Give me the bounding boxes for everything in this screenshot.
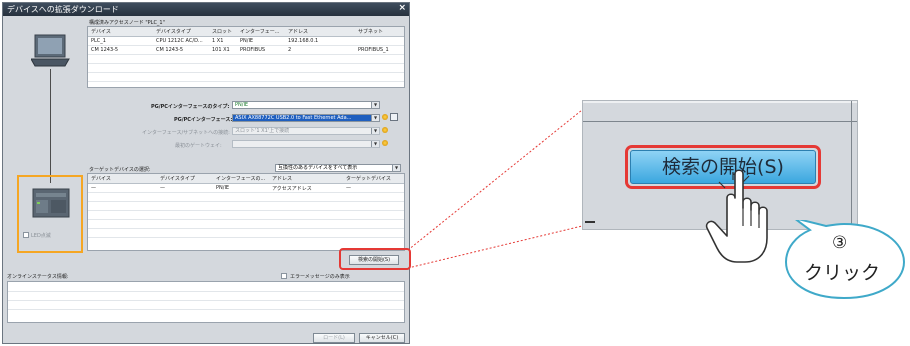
callout-text: クリック <box>804 262 881 284</box>
hand-pointer-icon <box>705 169 768 263</box>
table-edge <box>583 121 857 122</box>
callout-step-number: ③ <box>832 233 848 253</box>
